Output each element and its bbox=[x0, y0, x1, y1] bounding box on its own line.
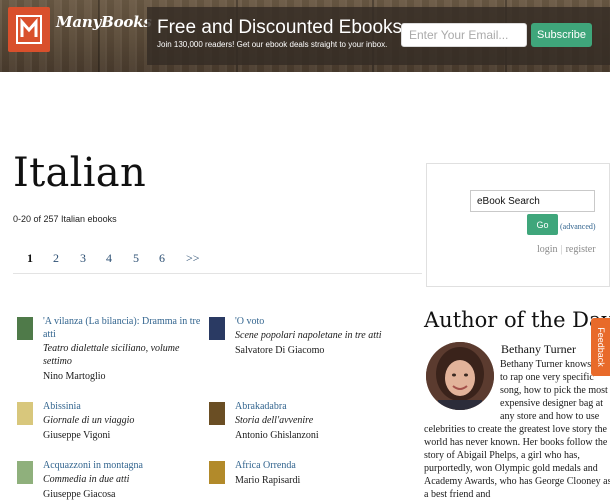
promo-subtitle: Join 130,000 readers! Get our ebook deal… bbox=[157, 40, 388, 49]
book-author: Giuseppe Vigoni bbox=[43, 430, 111, 441]
advanced-search-link[interactable]: (advanced) bbox=[560, 222, 596, 231]
book-logo-icon bbox=[16, 15, 42, 44]
book-subtitle: Giornale di un viaggio bbox=[43, 415, 135, 426]
subscribe-button[interactable]: Subscribe bbox=[531, 23, 592, 47]
author-name: Bethany Turner bbox=[501, 342, 576, 356]
auth-links: login | register bbox=[537, 244, 596, 255]
results-count: 0-20 of 257 Italian ebooks bbox=[13, 214, 117, 224]
book-title-link[interactable]: 'A vilanza (La bilancia): Dramma in tre … bbox=[43, 315, 203, 341]
book-author: Giuseppe Giacosa bbox=[43, 489, 116, 500]
book-title-link[interactable]: Abissinia bbox=[43, 400, 203, 413]
search-go-button[interactable]: Go bbox=[527, 214, 558, 235]
login-link[interactable]: login bbox=[537, 244, 558, 255]
author-of-the-day-heading: Author of the Day bbox=[424, 308, 610, 332]
site-header: ManyBooks Free and Discounted Ebooks Joi… bbox=[0, 0, 610, 72]
next-page-link[interactable]: >> bbox=[186, 251, 200, 266]
book-cover[interactable] bbox=[17, 317, 33, 340]
book-subtitle: Commedia in due atti bbox=[43, 474, 130, 485]
page-link[interactable]: 3 bbox=[80, 251, 86, 266]
auth-separator: | bbox=[560, 244, 563, 255]
manybooks-logo-icon[interactable] bbox=[8, 7, 50, 52]
register-link[interactable]: register bbox=[566, 244, 596, 255]
book-author: Salvatore Di Giacomo bbox=[235, 345, 325, 356]
book-author: Mario Rapisardi bbox=[235, 475, 301, 486]
book-cover[interactable] bbox=[17, 402, 33, 425]
page-link[interactable]: 6 bbox=[159, 251, 165, 266]
book-author: Nino Martoglio bbox=[43, 371, 106, 382]
book-title-link[interactable]: 'O voto bbox=[235, 315, 395, 328]
book-title-link[interactable]: Africa Orrenda bbox=[235, 459, 395, 472]
search-panel: Go (advanced) login|register bbox=[426, 163, 610, 287]
book-subtitle: Scene popolari napoletane in tre atti bbox=[235, 330, 382, 341]
email-input[interactable] bbox=[401, 23, 527, 47]
page-link[interactable]: 2 bbox=[53, 251, 59, 266]
book-cover[interactable] bbox=[209, 402, 225, 425]
page-title: Italian bbox=[13, 150, 147, 196]
book-subtitle: Storia dell'avvenire bbox=[235, 415, 314, 426]
book-subtitle: Teatro dialettale siciliano, volume sett… bbox=[43, 343, 180, 367]
newsletter-promo: Free and Discounted Ebooks Join 130,000 … bbox=[147, 7, 610, 65]
logo-wordmark[interactable]: ManyBooks bbox=[56, 13, 152, 31]
author-bio: Bethany Turner knows how to rap one very… bbox=[424, 358, 610, 501]
book-author: Antonio Ghislanzoni bbox=[235, 430, 319, 441]
feedback-tab[interactable]: Feedback bbox=[591, 318, 610, 376]
page-link-current[interactable]: 1 bbox=[27, 251, 33, 266]
book-cover[interactable] bbox=[209, 461, 225, 484]
book-cover[interactable] bbox=[17, 461, 33, 484]
page-link[interactable]: 5 bbox=[133, 251, 139, 266]
photo-wrap-space bbox=[424, 358, 500, 416]
pagination: 1 2 3 4 5 6 >> bbox=[13, 250, 422, 274]
feedback-label: Feedback bbox=[595, 327, 606, 367]
promo-title: Free and Discounted Ebooks bbox=[157, 17, 403, 38]
book-title-link[interactable]: Abrakadabra bbox=[235, 400, 395, 413]
wood-plank-divider bbox=[98, 0, 100, 72]
book-cover[interactable] bbox=[209, 317, 225, 340]
page-link[interactable]: 4 bbox=[106, 251, 112, 266]
book-title-link[interactable]: Acquazzoni in montagna bbox=[43, 459, 203, 472]
ebook-search-input[interactable] bbox=[470, 190, 595, 212]
